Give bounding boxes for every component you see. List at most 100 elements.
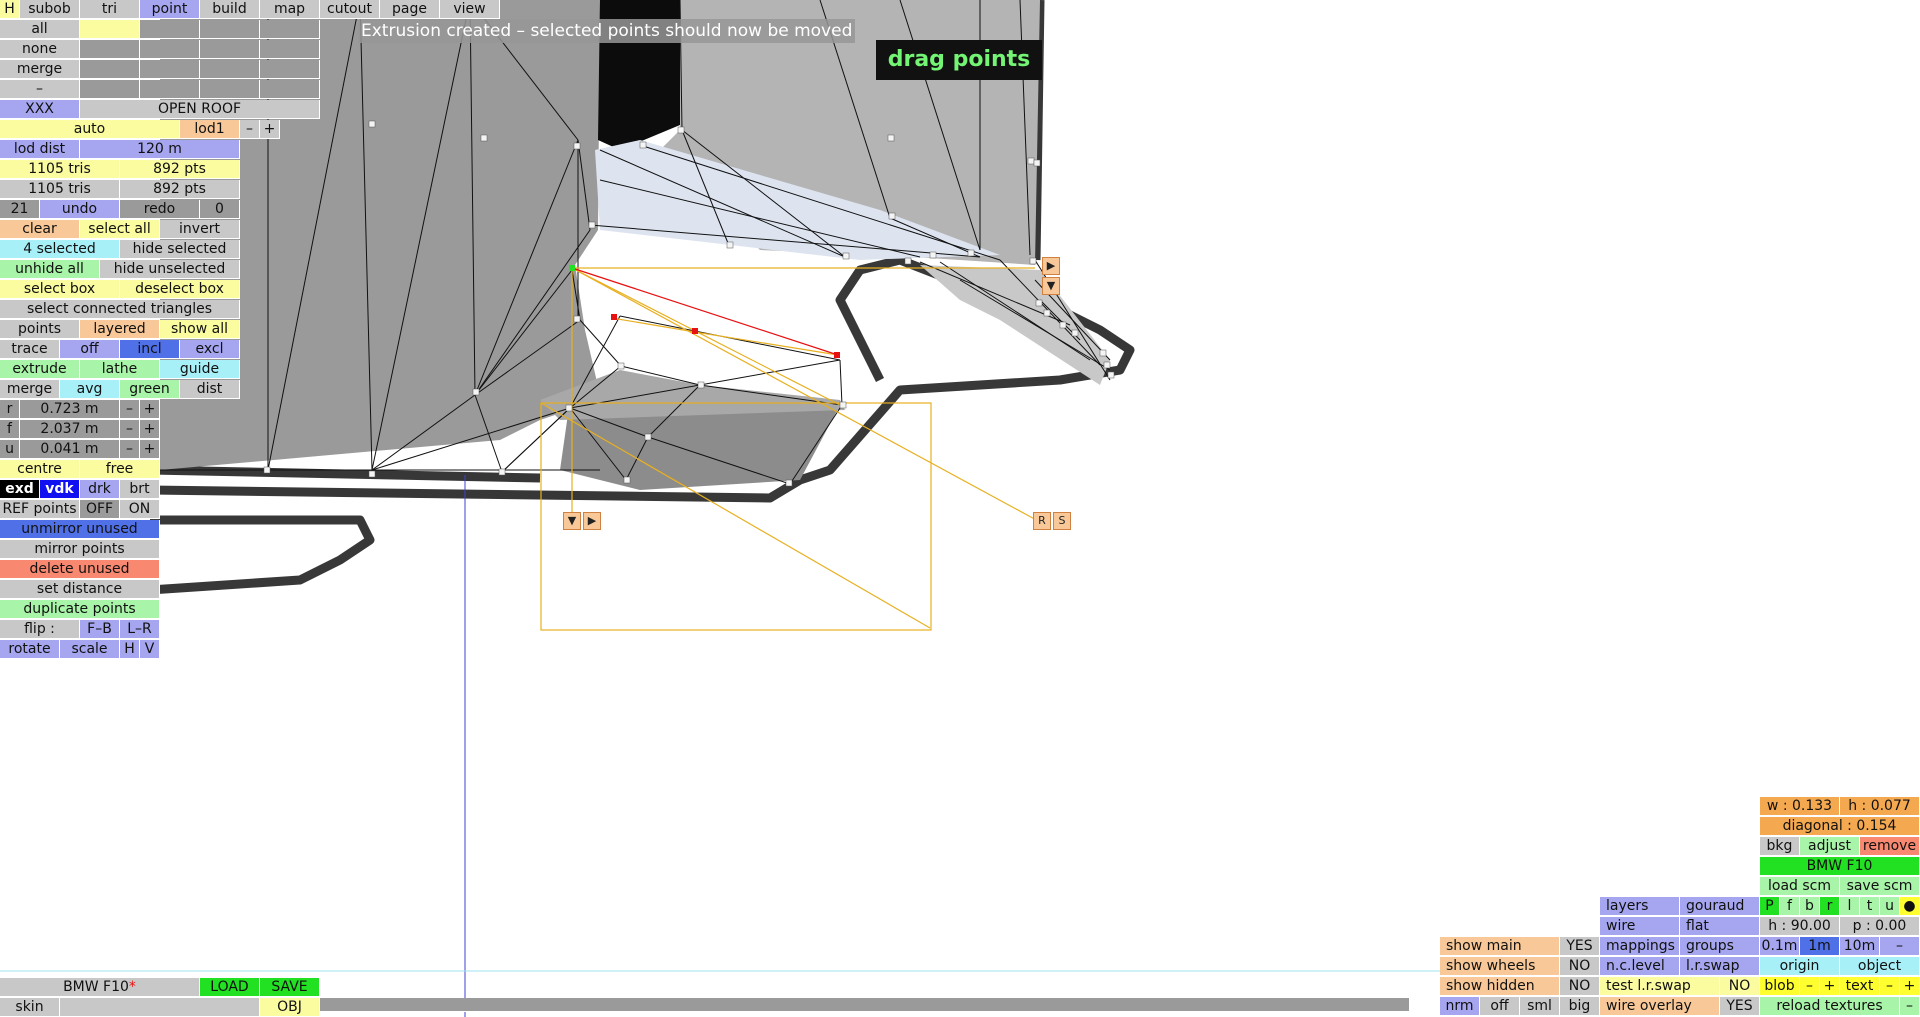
extrude-button[interactable]: extrude	[0, 360, 80, 379]
tab-build[interactable]: build	[200, 0, 260, 19]
slot-3-2[interactable]	[140, 60, 200, 79]
green-button[interactable]: green	[120, 380, 180, 399]
slot-1-2[interactable]	[140, 20, 200, 39]
u-plus-button[interactable]: +	[140, 440, 160, 459]
guide-button[interactable]: guide	[160, 360, 240, 379]
slot-2-1[interactable]	[80, 40, 140, 59]
show-main-value[interactable]: YES	[1560, 937, 1600, 956]
flip-h-button[interactable]: H	[120, 640, 140, 659]
merge-selection-button[interactable]: merge	[0, 60, 80, 79]
trace-excl-button[interactable]: excl	[180, 340, 240, 359]
nc-level-button[interactable]: n.c.level	[1600, 957, 1680, 976]
u-value[interactable]: 0.041 m	[20, 440, 120, 459]
move-down-handle[interactable]: ▼	[1042, 277, 1060, 295]
blob-minus-button[interactable]: –	[1800, 977, 1820, 996]
sml-button[interactable]: sml	[1520, 997, 1560, 1016]
slot-4-3[interactable]	[200, 80, 260, 99]
flip-fb-button[interactable]: F–B	[80, 620, 120, 639]
nrm-button[interactable]: nrm	[1440, 997, 1480, 1016]
show-main-label[interactable]: show main	[1440, 937, 1560, 956]
drk-button[interactable]: drk	[80, 480, 120, 499]
off-button[interactable]: off	[1480, 997, 1520, 1016]
tab-h[interactable]: H	[0, 0, 20, 19]
origin-button[interactable]: origin	[1760, 957, 1840, 976]
big-button[interactable]: big	[1560, 997, 1600, 1016]
slot-2-3[interactable]	[200, 40, 260, 59]
pitch-readout[interactable]: p : 0.00	[1840, 917, 1920, 936]
f-minus-button[interactable]: –	[120, 420, 140, 439]
slot-1-1[interactable]	[80, 20, 140, 39]
trace-incl-button[interactable]: incl	[120, 340, 180, 359]
unmirror-unused-button[interactable]: unmirror unused	[0, 520, 160, 539]
lod-minus-button[interactable]: –	[240, 120, 260, 139]
test-lr-swap-button[interactable]: test l.r.swap	[1600, 977, 1720, 996]
set-distance-button[interactable]: set distance	[0, 580, 160, 599]
save-scm-button[interactable]: save scm	[1840, 877, 1920, 896]
blob-plus-button[interactable]: +	[1820, 977, 1840, 996]
wire-button[interactable]: wire	[1600, 917, 1680, 936]
hide-selected-button[interactable]: hide selected	[120, 240, 240, 259]
avg-button[interactable]: avg	[60, 380, 120, 399]
view-b-button[interactable]: b	[1800, 897, 1820, 916]
step-1-button[interactable]: 1m	[1800, 937, 1840, 956]
view-l-button[interactable]: l	[1840, 897, 1860, 916]
save-button[interactable]: SAVE	[260, 978, 320, 997]
view-p-button[interactable]: P	[1760, 897, 1780, 916]
test-lr-swap-value[interactable]: NO	[1720, 977, 1760, 996]
tab-subob[interactable]: subob	[20, 0, 80, 19]
merge-points-button[interactable]: merge	[0, 380, 60, 399]
undo-button[interactable]: undo	[40, 200, 120, 219]
ref-on-button[interactable]: ON	[120, 500, 160, 519]
text-button[interactable]: text	[1840, 977, 1880, 996]
slot-2-4[interactable]	[260, 40, 320, 59]
step-01-button[interactable]: 0.1m	[1760, 937, 1800, 956]
obj-button[interactable]: OBJ	[260, 998, 320, 1017]
rotate-handle[interactable]: R	[1033, 512, 1051, 530]
viewport-3d[interactable]	[0, 0, 1920, 1017]
lr-swap-button[interactable]: l.r.swap	[1680, 957, 1760, 976]
move-right-handle[interactable]: ▶	[1042, 257, 1060, 275]
reload-minus-button[interactable]: –	[1900, 997, 1920, 1016]
lod-level-button[interactable]: lod1	[180, 120, 240, 139]
extrude-down-handle[interactable]: ▼	[563, 512, 581, 530]
wire-overlay-button[interactable]: wire overlay	[1600, 997, 1720, 1016]
redo-button[interactable]: redo	[120, 200, 200, 219]
groups-button[interactable]: groups	[1680, 937, 1760, 956]
tab-view[interactable]: view	[440, 0, 500, 19]
show-hidden-value[interactable]: NO	[1560, 977, 1600, 996]
slot-3-3[interactable]	[200, 60, 260, 79]
show-all-button[interactable]: show all	[160, 320, 240, 339]
clear-button[interactable]: clear	[0, 220, 80, 239]
timeline-scrollbar[interactable]	[320, 998, 1410, 1012]
scale-button[interactable]: scale	[60, 640, 120, 659]
open-roof-button[interactable]: OPEN ROOF	[80, 100, 320, 119]
mirror-points-button[interactable]: mirror points	[0, 540, 160, 559]
slot-4-1[interactable]	[80, 80, 140, 99]
lod-plus-button[interactable]: +	[260, 120, 280, 139]
hide-unselected-button[interactable]: hide unselected	[100, 260, 240, 279]
vdk-button[interactable]: vdk	[40, 480, 80, 499]
invert-button[interactable]: invert	[160, 220, 240, 239]
tab-tri[interactable]: tri	[80, 0, 140, 19]
exd-button[interactable]: exd	[0, 480, 40, 499]
show-wheels-value[interactable]: NO	[1560, 957, 1600, 976]
slot-4-2[interactable]	[140, 80, 200, 99]
slot-1-3[interactable]	[200, 20, 260, 39]
active-vertex[interactable]	[569, 265, 575, 271]
text-plus-button[interactable]: +	[1900, 977, 1920, 996]
tab-page[interactable]: page	[380, 0, 440, 19]
step-10-button[interactable]: 10m	[1840, 937, 1880, 956]
select-none-button[interactable]: none	[0, 40, 80, 59]
step-minus-button[interactable]: –	[1880, 937, 1920, 956]
duplicate-points-button[interactable]: duplicate points	[0, 600, 160, 619]
tab-cutout[interactable]: cutout	[320, 0, 380, 19]
view-u-button[interactable]: u	[1880, 897, 1900, 916]
flip-v-button[interactable]: V	[140, 640, 160, 659]
text-minus-button[interactable]: –	[1880, 977, 1900, 996]
mappings-button[interactable]: mappings	[1600, 937, 1680, 956]
r-value[interactable]: 0.723 m	[20, 400, 120, 419]
layers-button[interactable]: layers	[1600, 897, 1680, 916]
remove-button[interactable]: remove	[1860, 837, 1920, 856]
lod-auto-button[interactable]: auto	[0, 120, 180, 139]
f-plus-button[interactable]: +	[140, 420, 160, 439]
